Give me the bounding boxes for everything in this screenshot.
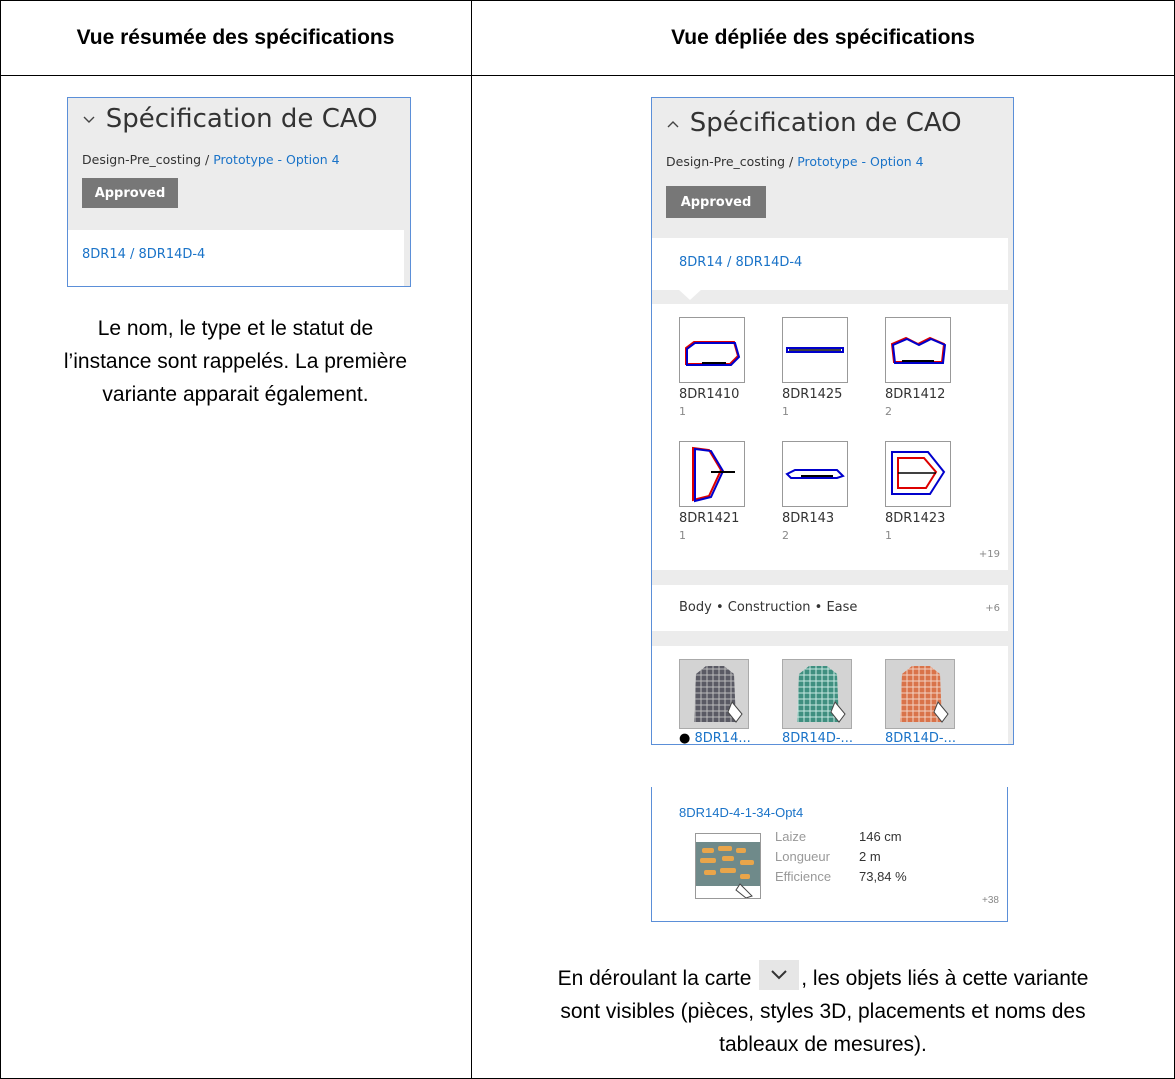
right-description-line: tableaux de mesures).	[719, 1033, 927, 1056]
path-link[interactable]: Prototype - Option 4	[213, 152, 339, 167]
piece-thumbnail	[679, 441, 745, 507]
piece-thumbnail	[782, 317, 848, 383]
style-3d-tile[interactable]: ● 8DR14...	[679, 659, 751, 745]
style-3d-name: ● 8DR14...	[679, 731, 751, 745]
measure-tables-panel: Body • Construction • Ease +6	[652, 585, 1008, 631]
chevron-up-icon[interactable]	[666, 113, 686, 134]
left-description-line: variante apparait également.	[102, 383, 369, 406]
right-description-text: En déroulant la carte	[557, 967, 758, 990]
piece-thumbnail	[679, 317, 745, 383]
piece-qty: 2	[782, 529, 789, 542]
piece-name: 8DR1425	[782, 387, 843, 402]
style-3d-tile[interactable]: 8DR14D-...	[885, 659, 957, 745]
piece-name: 8DR1421	[679, 511, 740, 526]
card-title: Spécification de CAO	[82, 104, 378, 134]
placement-thumbnail	[695, 833, 761, 899]
piece-tile[interactable]: 8DR1412 2	[885, 317, 953, 418]
chevron-down-icon[interactable]	[82, 109, 102, 130]
piece-thumbnail	[885, 441, 951, 507]
variant-link[interactable]: 8DR14 / 8DR14D-4	[679, 255, 802, 270]
piece-name: 8DR143	[782, 511, 835, 526]
variant-panel: 8DR14 / 8DR14D-4	[68, 230, 404, 286]
laize-label: Laize	[775, 829, 807, 844]
efficience-value: 73,84 %	[859, 869, 907, 884]
piece-tile[interactable]: 8DR1410 1	[679, 317, 747, 418]
spec-card-expanded[interactable]: Spécification de CAO Design-Pre_costing …	[651, 97, 1014, 745]
placement-link[interactable]: 8DR14D-4-1-34-Opt4	[679, 805, 803, 820]
pieces-panel: 8DR1410 1 8DR1425 1 8DR1412 2 8DR1421 1 …	[652, 304, 1008, 570]
spec-card-collapsed[interactable]: Spécification de CAO Design-Pre_costing …	[67, 97, 411, 287]
card-title-text: Spécification de CAO	[105, 104, 378, 134]
card-title-text: Spécification de CAO	[689, 108, 962, 138]
placement-more-count[interactable]: +38	[982, 895, 999, 906]
right-description-text: , les objets liés à cette variante	[801, 967, 1089, 990]
piece-tile[interactable]: 8DR1423 1	[885, 441, 953, 542]
path-link[interactable]: Prototype - Option 4	[797, 154, 923, 169]
piece-tile[interactable]: 8DR1425 1	[782, 317, 850, 418]
piece-qty: 1	[782, 405, 789, 418]
card-path: Design-Pre_costing / Prototype - Option …	[82, 152, 340, 167]
status-badge: Approved	[666, 186, 766, 218]
card-path: Design-Pre_costing / Prototype - Option …	[666, 154, 924, 169]
chevron-down-icon	[759, 960, 800, 991]
left-description-line: l’instance sont rappelés. La première	[63, 350, 408, 373]
piece-name: 8DR1412	[885, 387, 946, 402]
efficience-row: Efficience 73,84 %	[775, 869, 907, 884]
check-circle-icon: ●	[679, 731, 691, 745]
right-description-line: En déroulant la carte , les objets liés …	[472, 960, 1174, 995]
spec-comparison-table: Vue résumée des spécifications Vue dépli…	[0, 0, 1175, 1079]
measure-tables-names: Body • Construction • Ease	[679, 600, 858, 615]
piece-name: 8DR1423	[885, 511, 946, 526]
style-3d-name-text: 8DR14...	[694, 731, 751, 745]
header-divider	[0, 75, 1175, 76]
style-3d-name: 8DR14D-...	[782, 731, 853, 745]
longueur-row: Longueur 2 m	[775, 849, 881, 864]
left-description: Le nom, le type et le statut de l’instan…	[0, 312, 471, 411]
path-prefix: Design-Pre_costing /	[82, 152, 214, 167]
piece-qty: 1	[885, 529, 892, 542]
right-description: En déroulant la carte , les objets liés …	[472, 960, 1174, 1061]
piece-thumbnail	[782, 441, 848, 507]
measure-more-count[interactable]: +6	[985, 603, 1000, 614]
placement-section: 8DR14D-4-1-34-Opt4 Laize 146 cm Longueur 2…	[651, 787, 1008, 922]
piece-tile[interactable]: 8DR143 2	[782, 441, 850, 542]
laize-value: 146 cm	[859, 829, 902, 844]
piece-name: 8DR1410	[679, 387, 740, 402]
variant-panel: 8DR14 / 8DR14D-4	[652, 238, 1008, 290]
style-3d-name: 8DR14D-...	[885, 731, 956, 745]
table-border-left	[0, 0, 1, 1079]
variant-link[interactable]: 8DR14 / 8DR14D-4	[82, 247, 205, 262]
piece-qty: 2	[885, 405, 892, 418]
left-description-line: Le nom, le type et le statut de	[97, 317, 374, 340]
right-description-line: sont visibles (pièces, styles 3D, placem…	[560, 1000, 1086, 1023]
style-3d-thumbnail	[885, 659, 955, 729]
longueur-value: 2 m	[859, 849, 881, 864]
styles-3d-panel: ● 8DR14... 8DR14D-... 8DR14D-... +1	[652, 646, 1008, 745]
right-column-header: Vue dépliée des spécifications	[671, 25, 975, 49]
style-3d-thumbnail	[782, 659, 852, 729]
piece-tile[interactable]: 8DR1421 1	[679, 441, 747, 542]
pieces-more-count[interactable]: +19	[979, 549, 1000, 560]
efficience-label: Efficience	[775, 869, 832, 884]
piece-qty: 1	[679, 529, 686, 542]
left-column-header: Vue résumée des spécifications	[76, 25, 395, 49]
status-badge: Approved	[82, 178, 178, 208]
path-prefix: Design-Pre_costing /	[666, 154, 798, 169]
style-3d-tile[interactable]: 8DR14D-...	[782, 659, 854, 745]
laize-row: Laize 146 cm	[775, 829, 902, 844]
variant-pointer	[678, 289, 702, 300]
style-3d-thumbnail	[679, 659, 749, 729]
longueur-label: Longueur	[775, 849, 830, 864]
card-title: Spécification de CAO	[666, 108, 962, 138]
column-divider	[471, 0, 472, 1079]
piece-thumbnail	[885, 317, 951, 383]
piece-qty: 1	[679, 405, 686, 418]
